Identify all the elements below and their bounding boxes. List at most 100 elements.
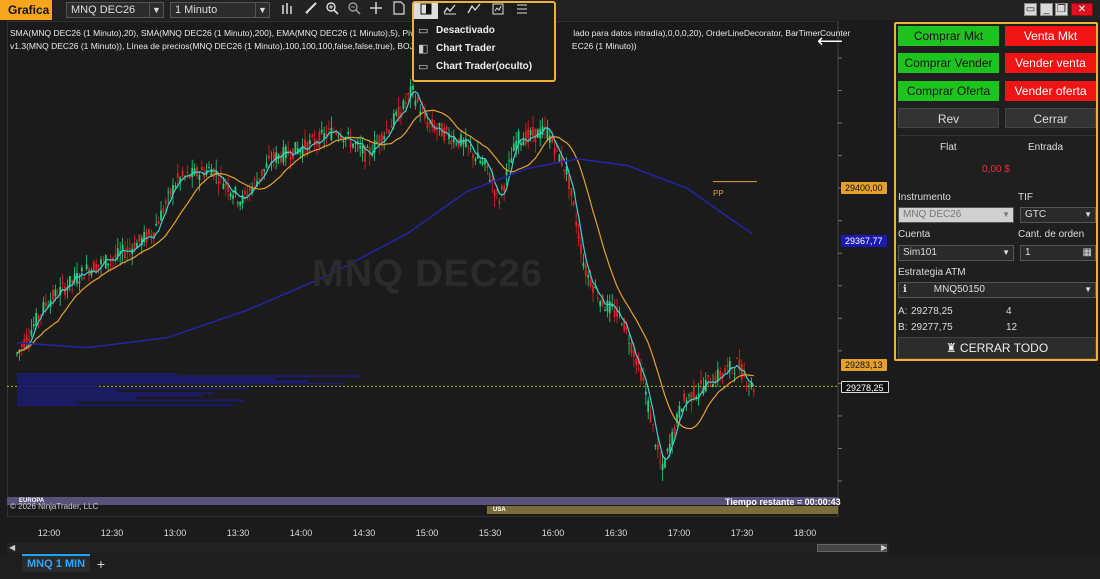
- buy-market-button[interactable]: Comprar Mkt: [898, 26, 999, 46]
- candle-body: [587, 275, 590, 278]
- indicators-icon[interactable]: [438, 3, 462, 19]
- buy-offer-button[interactable]: Comprar Oferta: [898, 81, 999, 101]
- candle-body: [690, 392, 693, 403]
- sell-ask-button[interactable]: Vender venta: [1005, 53, 1096, 73]
- sell-market-button[interactable]: Venta Mkt: [1005, 26, 1096, 46]
- window-restore-icon[interactable]: ▭: [1024, 3, 1037, 16]
- quantity-stepper[interactable]: 1 ▦: [1020, 245, 1096, 261]
- candle-body: [318, 131, 321, 148]
- last-price-tag: 29278,25: [841, 381, 889, 393]
- account-select[interactable]: Sim101 ▼: [898, 245, 1014, 261]
- window-title: Grafica: [0, 0, 52, 20]
- instrument-field[interactable]: MNQ DEC26 ▼: [898, 207, 1014, 223]
- interval-selector[interactable]: 1 Minuto ▼: [170, 2, 270, 18]
- close-position-button[interactable]: Cerrar: [1005, 108, 1096, 128]
- entry-label: Entrada: [1028, 142, 1064, 153]
- strategies-icon[interactable]: [462, 3, 486, 19]
- candle-body: [635, 358, 638, 366]
- back-arrow-icon[interactable]: ⟵: [817, 31, 843, 52]
- instrument-selector[interactable]: MNQ DEC26 ▼: [66, 2, 164, 18]
- candle-body: [661, 463, 664, 470]
- candle-body: [752, 389, 755, 392]
- candle-body: [80, 267, 83, 272]
- pivot-price-tag: 29400,00: [841, 182, 887, 194]
- quantity-label: Cant. de orden: [1018, 229, 1085, 240]
- crosshair-icon[interactable]: [367, 1, 385, 19]
- candle-body: [95, 263, 98, 273]
- trader-off-icon: ▭: [418, 24, 429, 37]
- candle-body: [642, 377, 645, 382]
- candle-body: [469, 147, 472, 149]
- maximize-icon[interactable]: ❐: [1055, 3, 1068, 16]
- data-box-icon[interactable]: [390, 1, 408, 19]
- menu-item-chart-trader[interactable]: ◧ Chart Trader: [414, 39, 554, 57]
- list-icon[interactable]: [510, 3, 534, 19]
- candle-body: [366, 147, 369, 149]
- templates-icon[interactable]: [486, 3, 510, 19]
- volume-profile-bar: [17, 399, 245, 402]
- menu-item-desactivado[interactable]: ▭ Desactivado: [414, 21, 554, 39]
- candle-body: [608, 301, 611, 314]
- tif-select[interactable]: GTC ▼: [1020, 207, 1096, 223]
- candle-body: [412, 85, 414, 90]
- candle-body: [508, 160, 510, 162]
- candle-body: [664, 459, 666, 468]
- candle-body: [632, 350, 635, 357]
- pencil-icon[interactable]: [302, 1, 320, 19]
- zoom-in-icon[interactable]: [323, 1, 341, 19]
- candle-body: [160, 210, 162, 221]
- candle-body: [37, 315, 40, 320]
- legend-line-2: v1.3(MNQ DEC26 (1 Minuto)), Línea de pre…: [10, 41, 428, 51]
- candle-body: [707, 374, 710, 377]
- close-all-button[interactable]: ♜ CERRAR TODO: [898, 337, 1096, 359]
- scroll-right-icon[interactable]: ▶: [881, 543, 887, 552]
- chart-trader-icon[interactable]: [414, 3, 438, 19]
- candle-body: [167, 191, 170, 193]
- minimize-icon[interactable]: _: [1040, 3, 1053, 16]
- close-icon[interactable]: ✕: [1071, 3, 1093, 16]
- candle-body: [510, 158, 513, 163]
- candle-body: [164, 200, 167, 205]
- buy-bid-button[interactable]: Comprar Vender: [898, 53, 999, 73]
- reverse-button[interactable]: Rev: [898, 108, 999, 128]
- tab-mnq-1-min[interactable]: MNQ 1 MIN: [22, 554, 90, 572]
- calculator-icon[interactable]: ▦: [1083, 246, 1092, 260]
- chevron-down-icon: ▼: [149, 3, 163, 17]
- candle-body: [335, 132, 338, 135]
- atm-strategy-select[interactable]: ℹ MNQ50150 ▼: [898, 282, 1096, 298]
- volume-profile-bar: [17, 389, 118, 392]
- scroll-thumb[interactable]: [817, 544, 887, 552]
- instrument-label: Instrumento: [898, 192, 951, 203]
- zoom-out-icon[interactable]: [345, 1, 363, 19]
- info-icon[interactable]: ℹ: [903, 283, 923, 297]
- candle-body: [320, 129, 323, 133]
- add-tab-icon[interactable]: +: [93, 556, 109, 572]
- candle-body: [308, 140, 311, 145]
- candle-body: [680, 408, 683, 412]
- menu-item-chart-trader-hidden[interactable]: ▭ Chart Trader(oculto): [414, 57, 554, 75]
- time-tick-label: 17:00: [667, 528, 691, 538]
- candle-body: [443, 127, 446, 141]
- account-value: Sim101: [903, 247, 937, 258]
- candle-body: [503, 185, 506, 192]
- candle-body: [25, 334, 28, 344]
- volume-profile-bar: [17, 377, 275, 380]
- bid-size: 12: [1006, 322, 1018, 333]
- candle-body: [647, 400, 650, 413]
- candle-body: [32, 324, 35, 327]
- sell-offer-button[interactable]: Vender oferta: [1005, 81, 1096, 101]
- scroll-left-icon[interactable]: ◀: [9, 543, 15, 552]
- time-tick-label: 16:00: [541, 528, 565, 538]
- candle-body: [102, 258, 105, 261]
- volume-profile-bar: [17, 387, 247, 390]
- candle-body: [421, 109, 424, 110]
- chart-panel[interactable]: 29480,0029460,0029440,0029420,0029400,00…: [7, 21, 889, 517]
- bar-chart-icon[interactable]: [279, 1, 297, 19]
- candle-body: [337, 136, 340, 138]
- candle-body: [697, 393, 700, 395]
- bid-label: B:: [898, 322, 908, 333]
- sma200-price-tag: 29367,77: [841, 235, 887, 247]
- candle-body: [724, 368, 726, 373]
- chart-scrollbar[interactable]: ◀ ▶: [7, 543, 889, 553]
- candle-body: [272, 152, 275, 160]
